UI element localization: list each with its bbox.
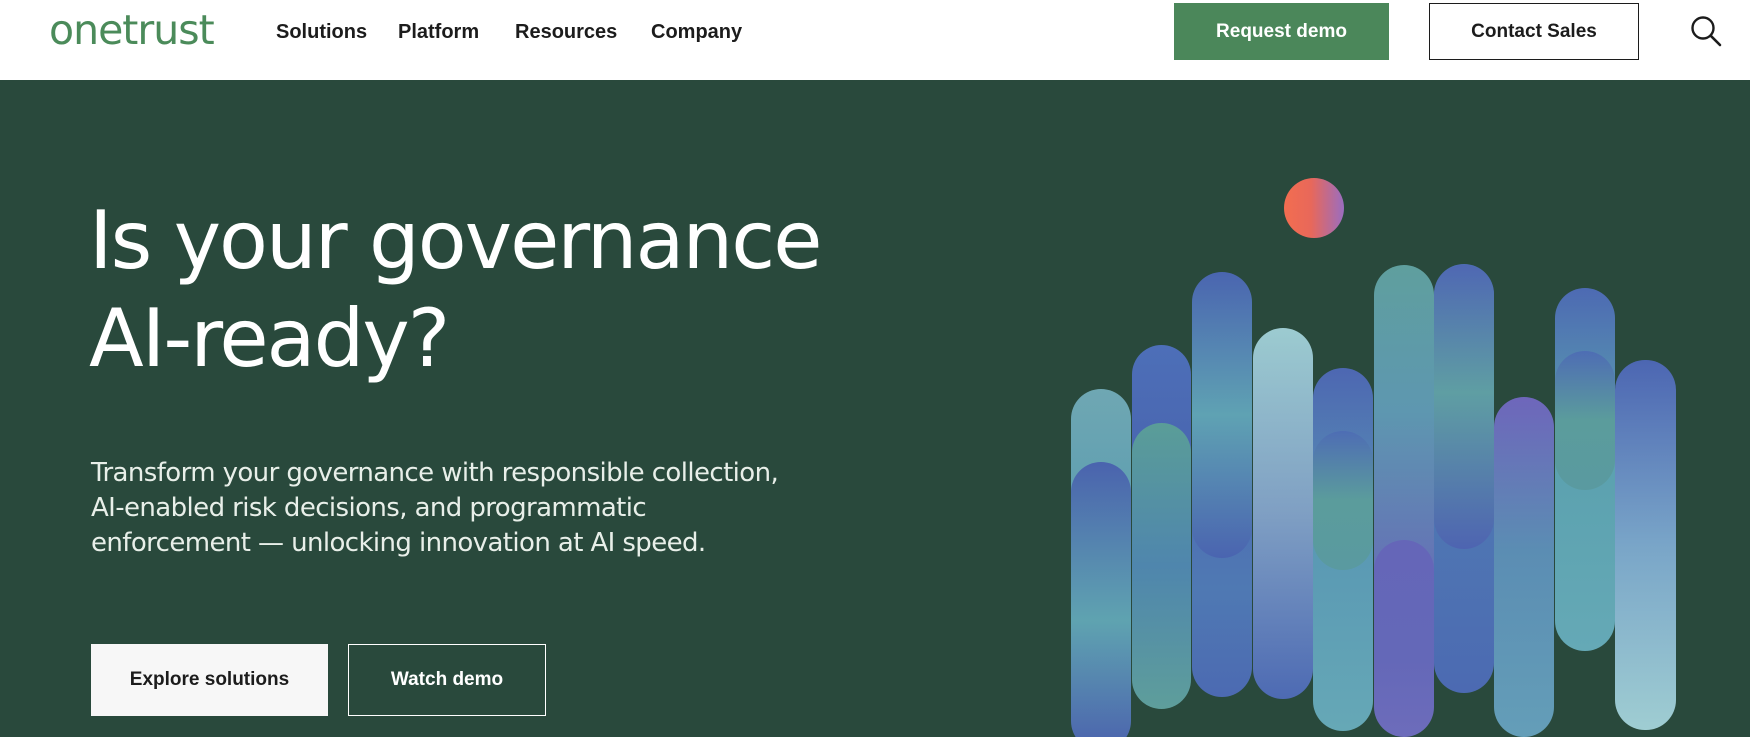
search-icon[interactable] <box>1689 14 1723 48</box>
nav-solutions[interactable]: Solutions <box>276 20 367 44</box>
site-header: onetrust Solutions Platform Resources Co… <box>0 0 1750 80</box>
subtext-line-2: AI-enabled risk decisions, and programma… <box>91 493 647 523</box>
hero-illustration <box>1071 178 1676 737</box>
hero-subtext: Transform your governance with responsib… <box>91 456 851 561</box>
illustration-pill <box>1434 265 1494 549</box>
headline-line-2: AI-ready? <box>89 292 450 385</box>
hero-headline: Is your governance AI-ready? <box>89 192 909 388</box>
illustration-pill <box>1253 328 1313 699</box>
illustration-pill <box>1494 397 1554 737</box>
hero-section: Is your governance AI-ready? Transform y… <box>0 80 1750 737</box>
nav-company[interactable]: Company <box>651 20 742 44</box>
subtext-line-1: Transform your governance with responsib… <box>91 458 779 488</box>
illustration-pill <box>1132 423 1191 709</box>
nav-platform[interactable]: Platform <box>398 20 479 44</box>
illustration-pill <box>1615 360 1676 730</box>
illustration-sphere <box>1284 178 1344 238</box>
subtext-line-3: enforcement — unlocking innovation at AI… <box>91 528 706 558</box>
illustration-pill <box>1313 431 1373 570</box>
watch-demo-button[interactable]: Watch demo <box>348 644 546 716</box>
onetrust-logo[interactable]: onetrust <box>49 3 215 57</box>
illustration-pill <box>1374 540 1434 737</box>
illustration-pill <box>1192 272 1252 558</box>
headline-line-1: Is your governance <box>89 194 822 287</box>
explore-solutions-button[interactable]: Explore solutions <box>91 644 328 716</box>
contact-sales-button[interactable]: Contact Sales <box>1429 3 1639 60</box>
request-demo-button[interactable]: Request demo <box>1174 3 1389 60</box>
nav-resources[interactable]: Resources <box>515 20 617 44</box>
illustration-pill <box>1071 462 1131 737</box>
illustration-pill <box>1555 351 1615 490</box>
